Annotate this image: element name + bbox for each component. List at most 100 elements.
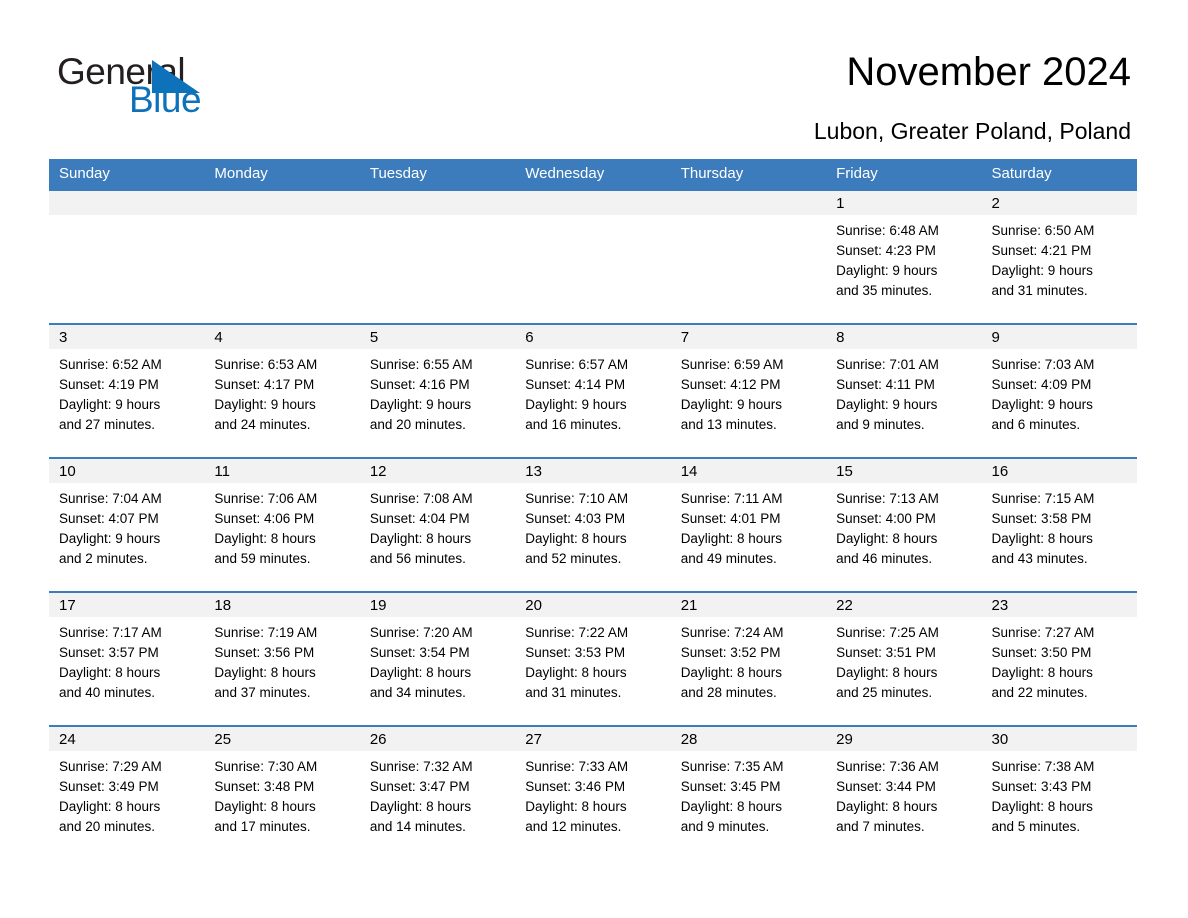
day-details: Sunrise: 7:27 AM Sunset: 3:50 PM Daylight:… — [982, 617, 1137, 703]
calendar-day-cell[interactable]: 2 Sunrise: 6:50 AM Sunset: 4:21 PM Daylight… — [981, 189, 1137, 324]
day-number: 30 — [981, 727, 1137, 751]
day-number: 25 — [204, 727, 360, 751]
sunrise-time: Sunrise: 7:35 AM — [680, 759, 784, 774]
daylight-duration-line1: Daylight: 8 hours — [525, 799, 627, 814]
calendar-day-cell[interactable]: 4 Sunrise: 6:53 AM Sunset: 4:17 PM Daylight… — [204, 323, 360, 458]
sunset-time: Sunset: 3:53 PM — [525, 645, 626, 660]
calendar-day-cell[interactable]: 12 Sunrise: 7:08 AM Sunset: 4:04 PM Dayligh… — [359, 457, 516, 592]
calendar-week-row: 24 Sunrise: 7:29 AM Sunset: 3:49 PM Dayligh… — [49, 725, 1137, 860]
daylight-duration-line1: Daylight: 8 hours — [369, 799, 472, 814]
calendar-week-row: 3 Sunrise: 6:52 AM Sunset: 4:19 PM Daylight… — [49, 323, 1137, 458]
calendar-day-cell[interactable]: 9 Sunrise: 7:03 AM Sunset: 4:09 PM Daylight… — [981, 323, 1137, 458]
daylight-duration-line1: Daylight: 8 hours — [991, 531, 1093, 546]
calendar-day-cell[interactable]: 26 Sunrise: 7:32 AM Sunset: 3:47 PM Dayligh… — [359, 725, 516, 860]
daylight-duration-line1: Daylight: 9 hours — [59, 531, 161, 546]
sunset-time: Sunset: 3:58 PM — [991, 511, 1092, 526]
daylight-duration-line1: Daylight: 8 hours — [991, 799, 1093, 814]
daylight-duration-line2: and 31 minutes. — [525, 685, 622, 700]
day-number — [670, 191, 827, 215]
calendar-day-cell-empty — [204, 189, 360, 324]
sunset-time: Sunset: 3:46 PM — [525, 779, 626, 794]
calendar-day-cell[interactable]: 24 Sunrise: 7:29 AM Sunset: 3:49 PM Dayligh… — [49, 725, 205, 860]
sunrise-time: Sunrise: 7:04 AM — [59, 491, 162, 506]
daylight-duration-line2: and 17 minutes. — [214, 819, 311, 834]
day-details: Sunrise: 6:48 AM Sunset: 4:23 PM Daylight:… — [826, 215, 981, 301]
daylight-duration-line1: Daylight: 9 hours — [991, 263, 1093, 278]
calendar-day-cell[interactable]: 11 Sunrise: 7:06 AM Sunset: 4:06 PM Dayligh… — [204, 457, 360, 592]
sunrise-sunset-calendar: Sunday Monday Tuesday Wednesday Thursday… — [49, 159, 1137, 860]
sunrise-time: Sunrise: 7:03 AM — [991, 357, 1095, 372]
calendar-day-cell[interactable]: 30 Sunrise: 7:38 AM Sunset: 3:43 PM Dayligh… — [981, 725, 1137, 860]
sunset-time: Sunset: 4:11 PM — [836, 377, 935, 392]
sunset-time: Sunset: 4:17 PM — [214, 377, 315, 392]
calendar-day-cell[interactable]: 21 Sunrise: 7:24 AM Sunset: 3:52 PM Dayligh… — [670, 591, 827, 726]
page-subtitle-location: Lubon, Greater Poland, Poland — [813, 118, 1131, 144]
calendar-day-cell[interactable]: 8 Sunrise: 7:01 AM Sunset: 4:11 PM Daylight… — [826, 323, 982, 458]
daylight-duration-line2: and 24 minutes. — [214, 417, 311, 432]
daylight-duration-line2: and 40 minutes. — [59, 685, 156, 700]
calendar-day-cell[interactable]: 7 Sunrise: 6:59 AM Sunset: 4:12 PM Daylight… — [670, 323, 827, 458]
day-details: Sunrise: 7:24 AM Sunset: 3:52 PM Daylight:… — [671, 617, 826, 703]
calendar-week-row: 1 Sunrise: 6:48 AM Sunset: 4:23 PM Daylight… — [49, 189, 1137, 324]
sunrise-time: Sunrise: 7:08 AM — [369, 491, 473, 506]
daylight-duration-line1: Daylight: 8 hours — [214, 799, 316, 814]
calendar-day-cell[interactable]: 1 Sunrise: 6:48 AM Sunset: 4:23 PM Daylight… — [826, 189, 982, 324]
day-details: Sunrise: 7:33 AM Sunset: 3:46 PM Daylight:… — [515, 751, 670, 837]
day-details: Sunrise: 7:01 AM Sunset: 4:11 PM Daylight:… — [826, 349, 981, 435]
sunrise-time: Sunrise: 7:06 AM — [214, 491, 318, 506]
day-details: Sunrise: 6:59 AM Sunset: 4:12 PM Daylight:… — [671, 349, 826, 435]
sunset-time: Sunset: 4:06 PM — [214, 511, 315, 526]
sunrise-time: Sunrise: 7:33 AM — [525, 759, 629, 774]
sunrise-time: Sunrise: 6:48 AM — [836, 223, 939, 238]
calendar-day-cell[interactable]: 18 Sunrise: 7:19 AM Sunset: 3:56 PM Dayligh… — [204, 591, 360, 726]
calendar-day-cell[interactable]: 13 Sunrise: 7:10 AM Sunset: 4:03 PM Dayligh… — [515, 457, 671, 592]
day-details: Sunrise: 7:10 AM Sunset: 4:03 PM Daylight:… — [515, 483, 670, 569]
sunset-time: Sunset: 3:47 PM — [369, 779, 470, 794]
calendar-day-cell[interactable]: 23 Sunrise: 7:27 AM Sunset: 3:50 PM Dayligh… — [981, 591, 1137, 726]
weekday-header-friday: Friday — [826, 159, 982, 190]
calendar-week-row: 17 Sunrise: 7:17 AM Sunset: 3:57 PM Dayligh… — [49, 591, 1137, 726]
day-number: 20 — [515, 593, 671, 617]
calendar-day-cell[interactable]: 10 Sunrise: 7:04 AM Sunset: 4:07 PM Dayligh… — [49, 457, 205, 592]
calendar-day-cell[interactable]: 28 Sunrise: 7:35 AM Sunset: 3:45 PM Dayligh… — [670, 725, 827, 860]
daylight-duration-line1: Daylight: 9 hours — [59, 397, 161, 412]
calendar-day-cell[interactable]: 15 Sunrise: 7:13 AM Sunset: 4:00 PM Dayligh… — [826, 457, 982, 592]
calendar-day-cell[interactable]: 14 Sunrise: 7:11 AM Sunset: 4:01 PM Dayligh… — [670, 457, 827, 592]
weekday-header-sunday: Sunday — [49, 159, 205, 190]
sunrise-time: Sunrise: 7:25 AM — [836, 625, 939, 640]
day-number: 14 — [670, 459, 827, 483]
day-number — [204, 191, 360, 215]
general-blue-logo[interactable]: General Blue — [57, 50, 277, 120]
weekday-header-monday: Monday — [204, 159, 360, 190]
daylight-duration-line1: Daylight: 9 hours — [991, 397, 1093, 412]
sunrise-time: Sunrise: 6:52 AM — [59, 357, 162, 372]
calendar-day-cell[interactable]: 17 Sunrise: 7:17 AM Sunset: 3:57 PM Dayligh… — [49, 591, 205, 726]
calendar-day-cell[interactable]: 22 Sunrise: 7:25 AM Sunset: 3:51 PM Dayligh… — [826, 591, 982, 726]
daylight-duration-line1: Daylight: 8 hours — [991, 665, 1093, 680]
calendar-day-cell[interactable]: 16 Sunrise: 7:15 AM Sunset: 3:58 PM Dayligh… — [981, 457, 1137, 592]
calendar-day-cell[interactable]: 3 Sunrise: 6:52 AM Sunset: 4:19 PM Daylight… — [49, 323, 205, 458]
weekday-header-saturday: Saturday — [981, 159, 1137, 190]
day-number: 16 — [981, 459, 1137, 483]
day-number: 21 — [670, 593, 827, 617]
sunset-time: Sunset: 4:07 PM — [59, 511, 159, 526]
calendar-day-cell[interactable]: 27 Sunrise: 7:33 AM Sunset: 3:46 PM Dayligh… — [515, 725, 671, 860]
day-number: 7 — [670, 325, 827, 349]
day-number: 4 — [204, 325, 360, 349]
calendar-day-cell[interactable]: 29 Sunrise: 7:36 AM Sunset: 3:44 PM Dayligh… — [826, 725, 982, 860]
calendar-day-cell[interactable]: 5 Sunrise: 6:55 AM Sunset: 4:16 PM Daylight… — [359, 323, 516, 458]
calendar-week-row: 10 Sunrise: 7:04 AM Sunset: 4:07 PM Dayligh… — [49, 457, 1137, 592]
calendar-day-cell[interactable]: 19 Sunrise: 7:20 AM Sunset: 3:54 PM Dayligh… — [359, 591, 516, 726]
day-number — [515, 191, 671, 215]
calendar-day-cell[interactable]: 6 Sunrise: 6:57 AM Sunset: 4:14 PM Daylight… — [515, 323, 671, 458]
calendar-day-cell[interactable]: 20 Sunrise: 7:22 AM Sunset: 3:53 PM Dayligh… — [515, 591, 671, 726]
calendar-day-cell[interactable]: 25 Sunrise: 7:30 AM Sunset: 3:48 PM Dayligh… — [204, 725, 360, 860]
daylight-duration-line1: Daylight: 8 hours — [680, 799, 782, 814]
day-details: Sunrise: 6:55 AM Sunset: 4:16 PM Daylight:… — [360, 349, 515, 435]
weekday-header-row: Sunday Monday Tuesday Wednesday Thursday… — [49, 159, 1137, 190]
weekday-header-wednesday: Wednesday — [515, 159, 671, 190]
daylight-duration-line1: Daylight: 8 hours — [369, 531, 472, 546]
sunset-time: Sunset: 3:57 PM — [59, 645, 159, 660]
daylight-duration-line2: and 16 minutes. — [525, 417, 622, 432]
daylight-duration-line2: and 56 minutes. — [369, 551, 466, 566]
